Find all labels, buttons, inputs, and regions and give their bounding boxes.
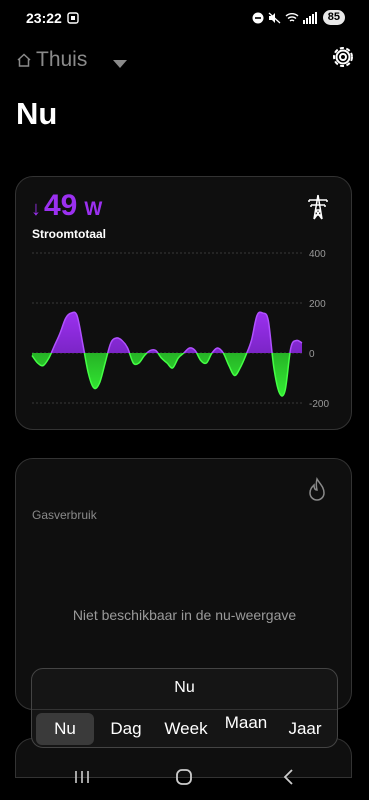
- power-pylon-icon: [306, 194, 330, 225]
- status-icons: 85: [252, 10, 345, 25]
- power-unit: W: [84, 199, 103, 220]
- chevron-down-icon[interactable]: [112, 56, 128, 74]
- period-tabs: Nu Dag Week Maan Jaar: [32, 713, 337, 747]
- arrow-down-icon: ↓: [31, 198, 41, 220]
- screenshot-icon: [67, 11, 79, 29]
- status-time: 23:22: [26, 10, 62, 26]
- tab-jaar[interactable]: Jaar: [276, 713, 334, 745]
- power-value: ↓ 49 W: [31, 189, 102, 223]
- header: Thuis: [16, 44, 356, 78]
- power-chart: 400 200 0 -200: [31, 249, 329, 410]
- tab-maand[interactable]: Maan: [216, 707, 276, 739]
- recent-apps-icon[interactable]: [73, 768, 91, 791]
- home-icon: [16, 52, 32, 73]
- mute-icon: [268, 12, 281, 23]
- home-button-icon[interactable]: [175, 768, 193, 791]
- wifi-icon: [285, 12, 299, 22]
- status-bar: 23:22 85: [0, 0, 369, 36]
- gas-unavailable-message: Niet beschikbaar in de nu-weergave: [72, 607, 297, 623]
- location-selector[interactable]: Thuis: [36, 48, 87, 72]
- tab-dag[interactable]: Dag: [96, 713, 156, 745]
- power-card[interactable]: ↓ 49 W Stroomtotaal 400 200 0 -200: [15, 176, 352, 430]
- divider: [32, 709, 337, 710]
- tab-week[interactable]: Week: [156, 713, 216, 745]
- period-selector: Nu Nu Dag Week Maan Jaar: [31, 668, 338, 748]
- battery-level: 85: [322, 10, 345, 25]
- back-icon[interactable]: [281, 768, 295, 791]
- dnd-icon: [252, 12, 264, 23]
- gas-label: Gasverbruik: [32, 508, 97, 522]
- gear-icon[interactable]: [330, 44, 356, 75]
- page-title: Nu: [16, 96, 58, 131]
- tab-nu[interactable]: Nu: [36, 713, 94, 745]
- y-tick-label: 400: [309, 249, 326, 260]
- y-tick-label: 0: [309, 349, 315, 360]
- power-number: 49: [44, 189, 78, 222]
- system-nav-bar: [0, 760, 369, 800]
- flame-icon: [306, 477, 328, 508]
- period-current: Nu: [174, 679, 195, 696]
- signal-icon: [302, 11, 317, 24]
- y-tick-label: -200: [309, 399, 329, 410]
- y-tick-label: 200: [309, 299, 326, 310]
